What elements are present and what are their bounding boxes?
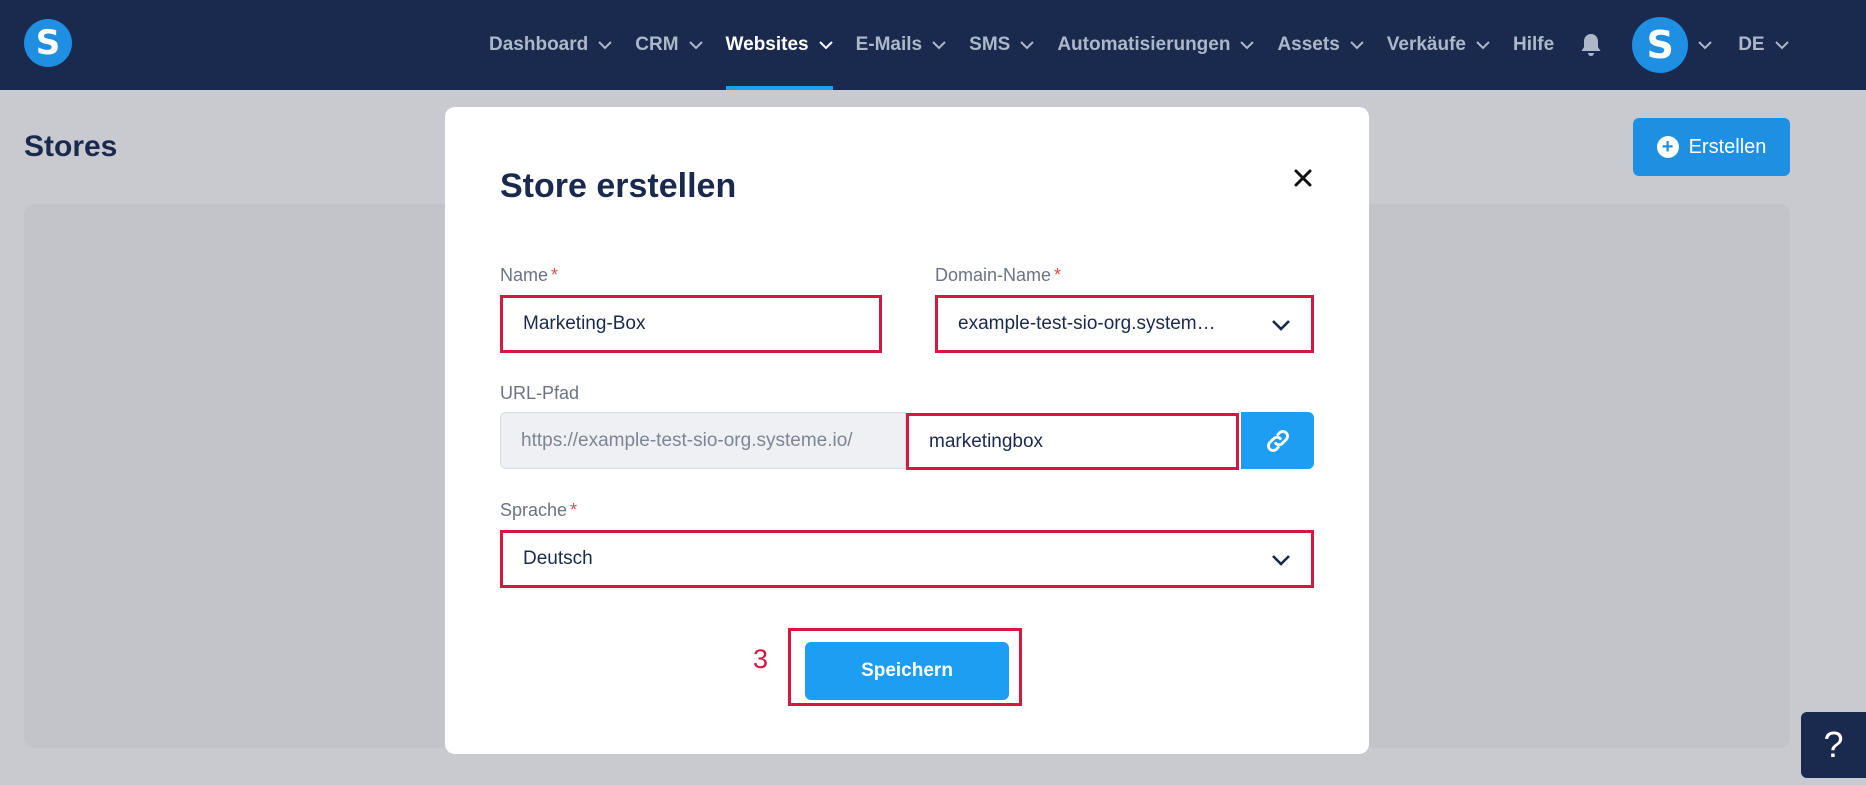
nav-sms-label: SMS — [969, 34, 1011, 55]
nav-hilfe[interactable]: Hilfe — [1513, 0, 1554, 90]
create-button-label: Erstellen — [1688, 135, 1767, 158]
logo-letter: S — [35, 23, 61, 63]
url-path-input[interactable]: marketingbox — [906, 413, 1239, 470]
domain-value: example-test-sio-org.system… — [958, 313, 1216, 334]
nav-verkaeufe[interactable]: Verkäufe — [1387, 0, 1490, 90]
chevron-down-icon — [1240, 40, 1255, 50]
nav-emails-label: E-Mails — [855, 34, 923, 55]
nav-emails[interactable]: E-Mails — [856, 0, 947, 90]
avatar-letter: S — [1646, 23, 1674, 67]
chevron-down-icon — [1698, 40, 1712, 50]
name-label: Name * — [500, 265, 558, 286]
create-store-modal: Store erstellen Name * Marketing-Box Doma… — [445, 107, 1369, 754]
nav-websites[interactable]: Websites — [725, 0, 833, 90]
nav-automatisierungen[interactable]: Automatisierungen — [1057, 0, 1255, 90]
language-label: DE — [1738, 34, 1765, 55]
chevron-down-icon — [688, 40, 703, 50]
nav-assets-label: Assets — [1277, 34, 1340, 55]
main-nav: Dashboard CRM Websites E-Mails SMS Autom… — [489, 0, 1789, 90]
help-label: ? — [1823, 724, 1844, 765]
domain-label: Domain-Name * — [935, 265, 1061, 286]
nav-dashboard[interactable]: Dashboard — [489, 0, 612, 90]
chevron-down-icon — [818, 40, 833, 50]
name-label-text: Name — [500, 265, 549, 285]
nav-dashboard-label: Dashboard — [489, 34, 589, 55]
page-title: Stores — [24, 130, 118, 163]
plus-circle-icon: + — [1656, 136, 1679, 158]
chevron-down-icon — [1271, 316, 1291, 338]
nav-crm[interactable]: CRM — [635, 0, 703, 90]
language-selector[interactable]: DE — [1738, 34, 1789, 56]
modal-title: Store erstellen — [500, 167, 737, 205]
nav-hilfe-label: Hilfe — [1513, 34, 1555, 55]
chevron-down-icon — [1476, 40, 1490, 50]
url-prefix: https://example-test-sio-org.systeme.io/ — [500, 412, 906, 469]
avatar: S — [1632, 17, 1689, 73]
name-input[interactable]: Marketing-Box — [500, 295, 882, 353]
chevron-down-icon — [932, 40, 946, 50]
chevron-down-icon — [598, 40, 612, 50]
name-value: Marketing-Box — [523, 313, 646, 334]
top-navbar: S Dashboard CRM Websites E-Mails SMS Aut… — [0, 0, 1866, 90]
url-path-value: marketingbox — [929, 430, 1044, 452]
required-marker: * — [1054, 265, 1062, 285]
required-marker: * — [570, 500, 578, 520]
domain-label-text: Domain-Name — [935, 265, 1052, 285]
save-label: Speichern — [861, 660, 953, 681]
url-path-label: URL-Pfad — [500, 383, 580, 403]
save-button[interactable]: Speichern — [805, 642, 1009, 700]
step-number: 3 — [753, 644, 769, 674]
notifications-bell-icon[interactable] — [1580, 0, 1602, 90]
close-icon[interactable] — [1288, 163, 1318, 193]
chevron-down-icon — [1271, 551, 1291, 573]
user-menu[interactable]: S — [1632, 17, 1712, 73]
chevron-down-icon — [1350, 40, 1364, 50]
nav-crm-label: CRM — [635, 34, 679, 55]
chevron-down-icon — [1020, 40, 1035, 50]
required-marker: * — [551, 265, 559, 285]
chevron-down-icon — [1774, 40, 1789, 50]
language-select[interactable]: Deutsch — [500, 530, 1314, 588]
systeme-logo[interactable]: S — [24, 19, 72, 67]
link-icon[interactable] — [1241, 412, 1314, 469]
nav-verkaeufe-label: Verkäufe — [1386, 34, 1467, 55]
language-value: Deutsch — [523, 548, 593, 569]
domain-select[interactable]: example-test-sio-org.system… — [935, 295, 1314, 353]
nav-websites-label: Websites — [725, 34, 809, 55]
language-label-text: Sprache — [500, 500, 568, 520]
help-button[interactable]: ? — [1801, 712, 1866, 778]
nav-automatisierungen-label: Automatisierungen — [1057, 34, 1231, 55]
language-label: Sprache * — [500, 500, 577, 521]
nav-assets[interactable]: Assets — [1277, 0, 1364, 90]
nav-sms[interactable]: SMS — [969, 0, 1035, 90]
create-store-button[interactable]: + Erstellen — [1633, 118, 1790, 176]
